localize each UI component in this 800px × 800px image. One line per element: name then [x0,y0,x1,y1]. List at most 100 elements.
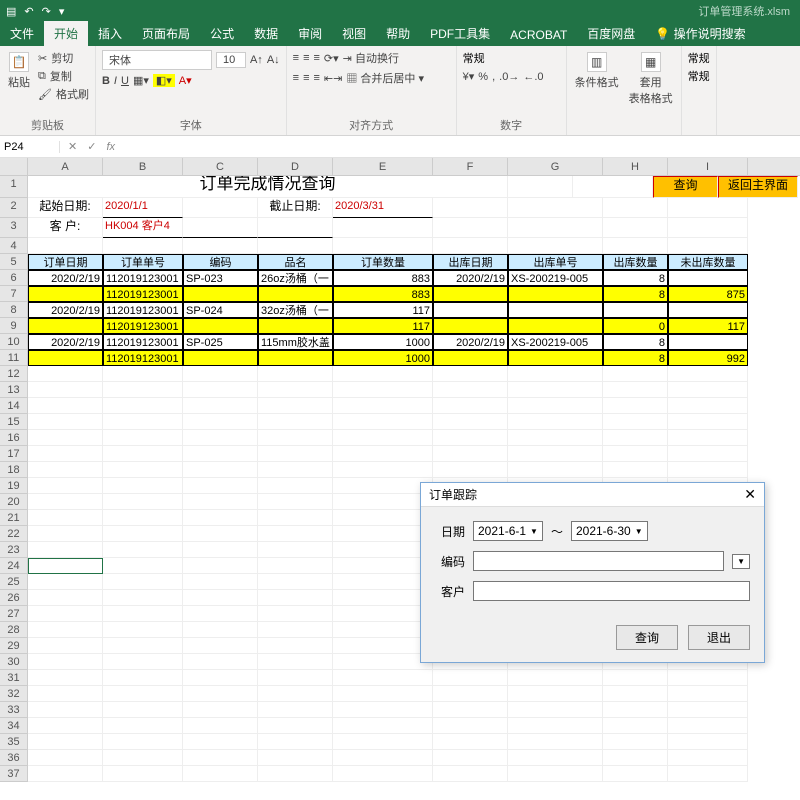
code-dropdown-button[interactable]: ▼ [732,554,750,569]
cell[interactable] [508,318,603,334]
row-header[interactable]: 33 [0,702,28,718]
cell[interactable] [258,750,333,766]
cell[interactable] [433,686,508,702]
cell[interactable] [103,574,183,590]
cell[interactable] [258,766,333,782]
fill-color-button[interactable]: ◧▾ [153,74,175,87]
cell[interactable] [103,414,183,430]
cell[interactable] [508,702,603,718]
cell[interactable] [28,494,103,510]
cell[interactable] [433,218,508,238]
cell[interactable] [668,238,748,254]
cell[interactable] [333,218,433,238]
row-header[interactable]: 11 [0,350,28,366]
query-button[interactable]: 查询 [653,176,718,198]
cell[interactable]: 2020/1/1 [103,198,183,218]
cell[interactable] [603,462,668,478]
cell[interactable] [258,526,333,542]
cell[interactable] [103,750,183,766]
cell[interactable] [258,702,333,718]
cell[interactable] [333,526,433,542]
cell[interactable] [28,238,103,254]
cell[interactable] [433,414,508,430]
row-header[interactable]: 6 [0,270,28,286]
paste-button[interactable]: 📋粘贴 [6,50,32,102]
cell[interactable] [183,238,258,254]
col-header[interactable]: F [433,158,508,175]
cell[interactable]: 2020/2/19 [28,302,103,318]
cell[interactable] [433,446,508,462]
cell[interactable] [103,382,183,398]
currency-icon[interactable]: ¥▾ [463,70,475,83]
cell[interactable] [508,766,603,782]
cell[interactable] [28,382,103,398]
cell[interactable] [668,302,748,318]
cell[interactable] [433,238,508,254]
row-header[interactable]: 22 [0,526,28,542]
row-header[interactable]: 17 [0,446,28,462]
cell[interactable]: 2020/2/19 [28,270,103,286]
row-header[interactable]: 32 [0,686,28,702]
cell[interactable] [508,218,603,238]
enter-icon[interactable]: ✓ [87,140,96,153]
cell[interactable] [333,606,433,622]
cell[interactable] [258,510,333,526]
cell[interactable] [258,542,333,558]
cell[interactable] [433,286,508,302]
border-button[interactable]: ▦▾ [133,74,149,87]
align-center-icon[interactable]: ≡ [303,72,309,84]
cell[interactable] [103,526,183,542]
cell[interactable] [603,366,668,382]
cell[interactable] [28,286,103,302]
cell[interactable] [28,462,103,478]
cell[interactable] [258,366,333,382]
row-header[interactable]: 27 [0,606,28,622]
cell[interactable] [183,670,258,686]
cell[interactable] [183,446,258,462]
cell[interactable] [603,750,668,766]
row-header[interactable]: 24 [0,558,28,574]
cell[interactable]: 112019123001 [103,286,183,302]
row-header[interactable]: 31 [0,670,28,686]
row-header[interactable]: 34 [0,718,28,734]
font-family-select[interactable]: 宋体 [102,50,212,70]
cell[interactable] [508,302,603,318]
cell[interactable] [668,686,748,702]
cell[interactable] [183,414,258,430]
percent-icon[interactable]: % [478,71,488,83]
font-size-select[interactable]: 10 [216,52,246,68]
cell[interactable] [668,198,748,218]
cell[interactable] [603,398,668,414]
cell[interactable]: 112019123001 [103,302,183,318]
cell[interactable] [333,654,433,670]
cell[interactable] [28,718,103,734]
cell[interactable] [333,478,433,494]
cell[interactable] [258,558,333,574]
cell[interactable] [433,198,508,218]
cell[interactable] [333,734,433,750]
row-header[interactable]: 3 [0,218,28,238]
cell[interactable] [103,398,183,414]
cell[interactable] [103,622,183,638]
tab-tell[interactable]: 💡 操作说明搜索 [645,21,755,46]
cell[interactable]: 992 [668,350,748,366]
row-header[interactable]: 28 [0,622,28,638]
cell[interactable] [333,686,433,702]
cell[interactable] [28,510,103,526]
cell[interactable] [508,414,603,430]
cell[interactable] [333,542,433,558]
cell[interactable] [433,766,508,782]
cell[interactable] [258,718,333,734]
cell[interactable] [183,494,258,510]
cell[interactable]: 1000 [333,334,433,350]
cell[interactable] [103,686,183,702]
row-header[interactable]: 1 [0,176,28,198]
align-top-icon[interactable]: ≡ [293,52,299,64]
cell[interactable]: 117 [333,302,433,318]
cell[interactable]: 订单日期 [28,254,103,270]
cell[interactable]: 未出库数量 [668,254,748,270]
inc-decimal-icon[interactable]: .0→ [499,71,519,83]
cell[interactable] [183,510,258,526]
cell[interactable] [333,574,433,590]
cell[interactable] [508,462,603,478]
